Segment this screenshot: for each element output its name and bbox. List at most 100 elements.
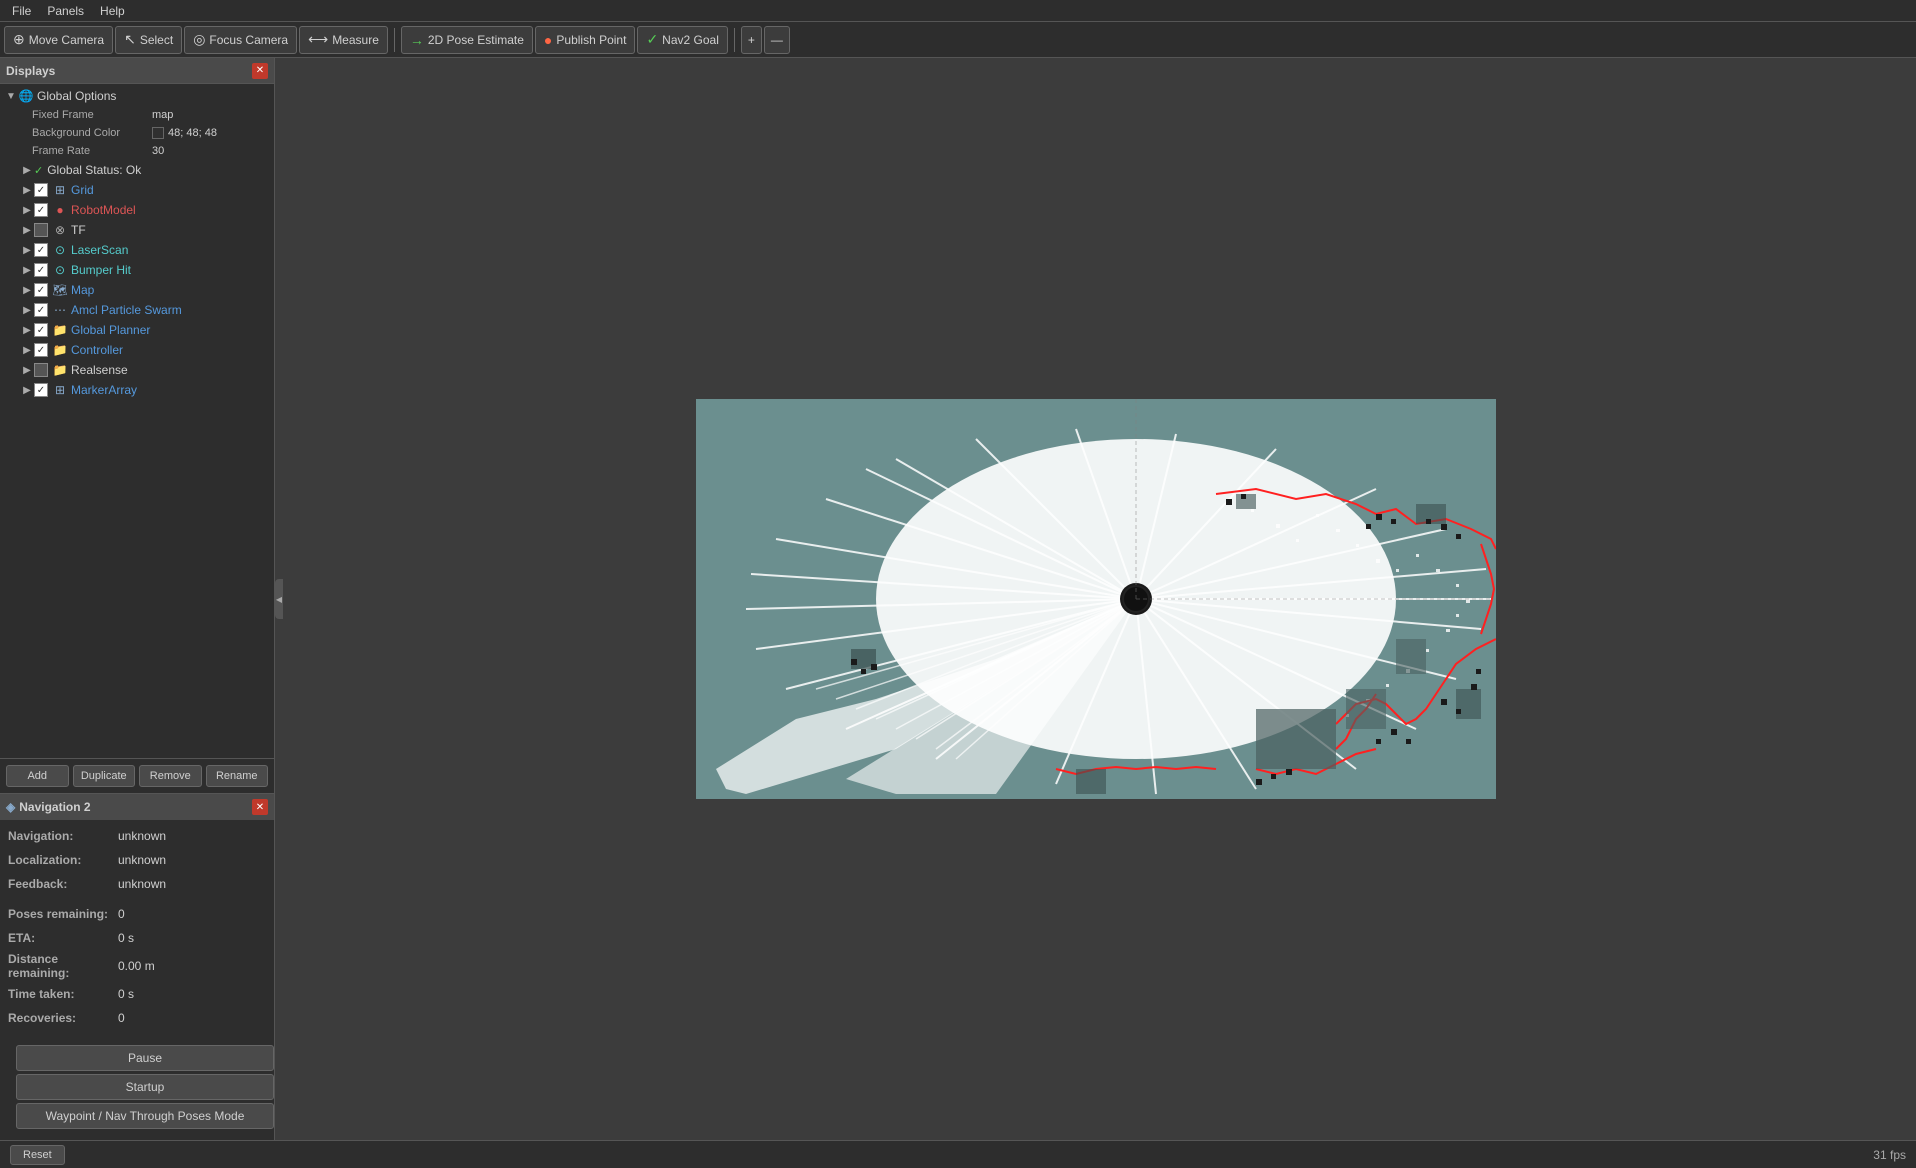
nav-row-eta: ETA: 0 s [8,928,266,948]
statusbar-left: Reset [10,1145,65,1165]
tree-item-grid[interactable]: ▶ ✓ ⊞ Grid [0,180,274,200]
duplicate-display-btn[interactable]: Duplicate [73,765,136,787]
expand-grid-icon[interactable]: ▶ [20,183,34,197]
tree-item-marker-array[interactable]: ▶ ✓ ⊞ MarkerArray [0,380,274,400]
tf-checkbox[interactable] [34,223,48,237]
global-planner-checkbox[interactable]: ✓ [34,323,48,337]
select-icon: ↖ [124,31,136,48]
expand-laserscan-icon[interactable]: ▶ [20,243,34,257]
tree-item-realsense[interactable]: ▶ 📁 Realsense [0,360,274,380]
marker-array-checkbox[interactable]: ✓ [34,383,48,397]
realsense-icon: 📁 [52,362,68,378]
displays-panel-header: Displays ✕ [0,58,274,84]
nav-content: Navigation: unknown Localization: unknow… [0,820,274,1038]
publish-point-btn[interactable]: ● Publish Point [535,26,636,54]
realsense-checkbox[interactable] [34,363,48,377]
tree-item-map[interactable]: ▶ ✓ 🗺 Map [0,280,274,300]
tree-item-laserscan[interactable]: ▶ ✓ ⊙ LaserScan [0,240,274,260]
tree-prop-bg-color[interactable]: Background Color 48; 48; 48 [0,124,274,142]
tree-item-global-options[interactable]: ▼ 🌐 Global Options [0,86,274,106]
startup-btn[interactable]: Startup [16,1074,274,1100]
displays-close-btn[interactable]: ✕ [252,63,268,79]
controller-checkbox[interactable]: ✓ [34,343,48,357]
move-camera-btn[interactable]: ⊕ Move Camera [4,26,113,54]
left-panel: Displays ✕ ▼ 🌐 Global Options Fixed Fram… [0,58,275,1140]
expand-marker-array-icon[interactable]: ▶ [20,383,34,397]
remove-display-btn[interactable]: Remove [139,765,202,787]
tree-item-bumper-hit[interactable]: ▶ ✓ ⊙ Bumper Hit [0,260,274,280]
expand-realsense-icon[interactable]: ▶ [20,363,34,377]
menu-panels[interactable]: Panels [39,2,92,20]
nav-distance-value: 0.00 m [118,959,266,973]
expand-global-planner-icon[interactable]: ▶ [20,323,34,337]
tree-item-amcl[interactable]: ▶ ✓ ⋯ Amcl Particle Swarm [0,300,274,320]
displays-panel-buttons: Add Duplicate Remove Rename [0,758,274,793]
expand-robotmodel-icon[interactable]: ▶ [20,203,34,217]
grid-checkbox[interactable]: ✓ [34,183,48,197]
pause-btn[interactable]: Pause [16,1045,274,1071]
nav-feedback-value: unknown [118,877,266,891]
measure-btn[interactable]: ⟷ Measure [299,26,388,54]
displays-tree: ▼ 🌐 Global Options Fixed Frame map Backg… [0,84,274,758]
marker-array-label: MarkerArray [71,383,270,397]
nav-poses-remaining-value: 0 [118,907,266,921]
reset-btn[interactable]: Reset [10,1145,65,1165]
controller-icon: 📁 [52,342,68,358]
displays-panel: Displays ✕ ▼ 🌐 Global Options Fixed Fram… [0,58,274,793]
controller-label: Controller [71,343,270,357]
laserscan-checkbox[interactable]: ✓ [34,243,48,257]
displays-panel-title: Displays [6,64,55,78]
add-tool-btn[interactable]: + [741,26,762,54]
viewport[interactable]: ◀ [275,58,1916,1140]
tf-label: TF [71,223,270,237]
lidar-visualization [696,399,1496,799]
select-btn[interactable]: ↖ Select [115,26,182,54]
global-planner-icon: 📁 [52,322,68,338]
nav-panel-icon: ◈ [6,800,15,814]
nav2-goal-btn[interactable]: ✓ Nav2 Goal [637,26,727,54]
robotmodel-icon: ● [52,202,68,218]
expand-map-icon[interactable]: ▶ [20,283,34,297]
bumper-hit-checkbox[interactable]: ✓ [34,263,48,277]
tree-item-robotmodel[interactable]: ▶ ✓ ● RobotModel [0,200,274,220]
tree-item-global-planner[interactable]: ▶ ✓ 📁 Global Planner [0,320,274,340]
collapse-left-handle[interactable]: ◀ [275,579,283,619]
add-display-btn[interactable]: Add [6,765,69,787]
pose-estimate-label: 2D Pose Estimate [428,33,524,47]
amcl-checkbox[interactable]: ✓ [34,303,48,317]
select-label: Select [140,33,173,47]
nav-poses-remaining-label: Poses remaining: [8,907,118,921]
nav-feedback-label: Feedback: [8,877,118,891]
frame-rate-prop-name: Frame Rate [32,145,152,157]
robotmodel-checkbox[interactable]: ✓ [34,203,48,217]
expand-amcl-icon[interactable]: ▶ [20,303,34,317]
expand-bumper-hit-icon[interactable]: ▶ [20,263,34,277]
nav-eta-value: 0 s [118,931,266,945]
focus-camera-btn[interactable]: ◎ Focus Camera [184,26,297,54]
waypoint-btn[interactable]: Waypoint / Nav Through Poses Mode [16,1103,274,1129]
tree-prop-fixed-frame[interactable]: Fixed Frame map [0,106,274,124]
expand-global-status-icon[interactable]: ▶ [20,163,34,177]
tf-icon: ⊗ [52,222,68,238]
nav-close-btn[interactable]: ✕ [252,799,268,815]
expand-global-options-icon[interactable]: ▼ [4,89,18,103]
menu-help[interactable]: Help [92,2,133,20]
menubar: File Panels Help [0,0,1916,22]
menu-file[interactable]: File [4,2,39,20]
expand-controller-icon[interactable]: ▶ [20,343,34,357]
publish-point-icon: ● [544,32,552,48]
remove-tool-btn[interactable]: — [764,26,790,54]
tree-prop-frame-rate[interactable]: Frame Rate 30 [0,142,274,160]
rename-display-btn[interactable]: Rename [206,765,269,787]
expand-tf-icon[interactable]: ▶ [20,223,34,237]
toolbar: ⊕ Move Camera ↖ Select ◎ Focus Camera ⟷ … [0,22,1916,58]
fixed-frame-prop-name: Fixed Frame [32,109,152,121]
tree-item-tf[interactable]: ▶ ⊗ TF [0,220,274,240]
global-options-label: Global Options [37,89,270,103]
tree-item-global-status[interactable]: ▶ ✓ Global Status: Ok [0,160,274,180]
statusbar: Reset 31 fps [0,1140,1916,1168]
fps-display: 31 fps [1873,1148,1906,1162]
map-checkbox[interactable]: ✓ [34,283,48,297]
pose-estimate-btn[interactable]: → 2D Pose Estimate [401,26,533,54]
tree-item-controller[interactable]: ▶ ✓ 📁 Controller [0,340,274,360]
